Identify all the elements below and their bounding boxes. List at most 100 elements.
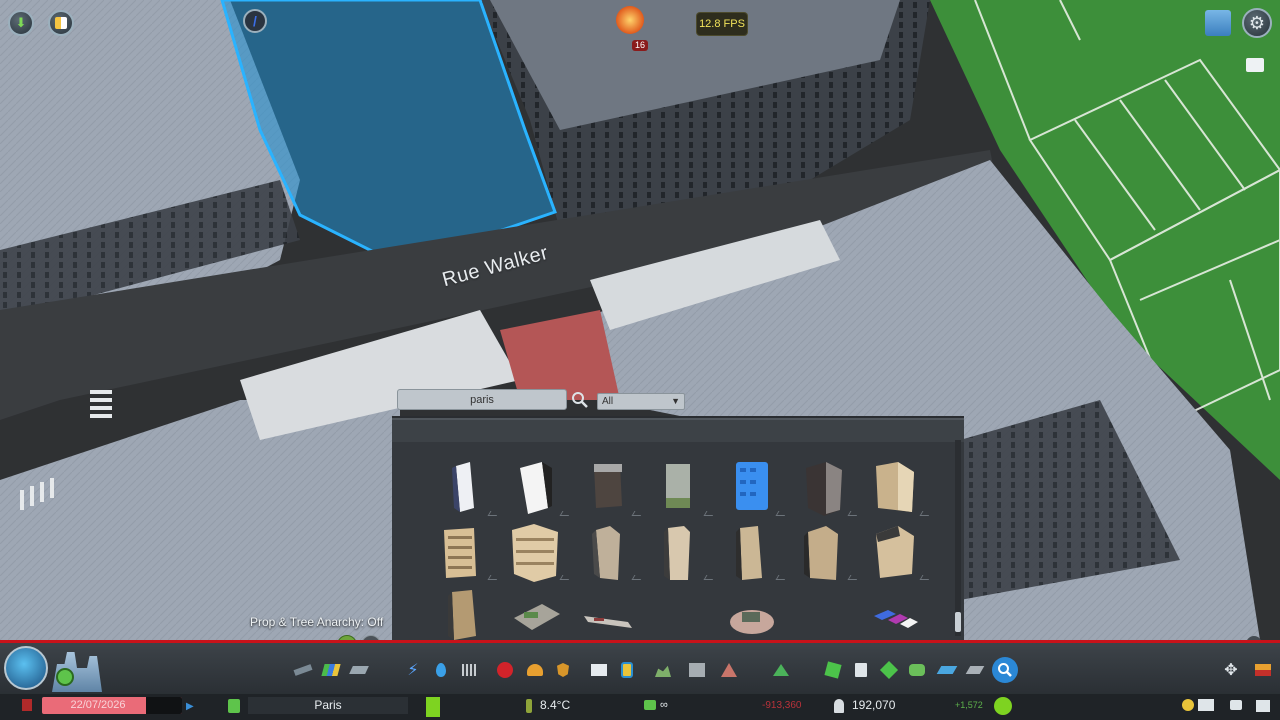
terrain-icon [936,666,958,674]
search-input[interactable] [397,389,567,410]
screenshot-icon[interactable] [1230,700,1242,710]
unlock-button[interactable]: ⬇ [8,10,34,36]
globe-icon[interactable] [4,646,48,690]
building-thumbnail-icon [584,616,632,628]
asset-tile[interactable] [436,458,500,518]
building-thumbnail-icon [876,526,914,578]
water-tool-button[interactable] [936,659,958,681]
asset-tile[interactable] [724,458,788,518]
find-it-button[interactable] [992,657,1018,683]
asset-tile[interactable] [724,522,788,582]
advisor-icon: / [253,13,257,29]
asset-tile[interactable] [508,458,572,518]
education-button[interactable] [588,659,610,681]
camera-icon[interactable] [1246,58,1264,72]
building-thumbnail-icon [736,462,768,510]
building-thumbnail-icon [594,464,622,508]
electricity-button[interactable]: ⚡ [402,659,424,681]
building-thumbnail-icon [664,526,690,580]
zoning-button[interactable] [320,659,342,681]
asset-type-dropdown[interactable]: All ▼ [597,393,685,410]
parks-button[interactable] [652,659,674,681]
zoning-icon [321,664,341,676]
asset-tile[interactable] [868,588,932,648]
transport-button[interactable] [616,659,638,681]
building-thumbnail-icon [514,604,560,630]
districts-button[interactable] [348,659,370,681]
camera-mode-icon[interactable] [1256,700,1270,712]
health-button[interactable] [494,659,516,681]
asset-tile[interactable] [868,458,932,518]
building-thumbnail-icon [666,464,690,508]
fire-department-button[interactable] [524,659,546,681]
asset-tile[interactable] [724,588,788,648]
find-it-asset-panel [392,418,964,646]
monuments-icon [721,663,737,677]
garbage-button[interactable] [458,659,480,681]
population-text: 192,070 [852,698,896,712]
date-display: 22/07/2026 [42,697,182,714]
anarchy-status-text: Prop & Tree Anarchy: Off [250,615,384,629]
areas-button[interactable] [878,659,900,681]
settings-button[interactable]: ⚙ [1242,8,1272,38]
city-icon[interactable] [1205,10,1231,36]
asset-tile[interactable] [436,522,500,582]
panel-scrollbar[interactable] [955,440,961,636]
info-views-button[interactable] [48,10,74,36]
roads-button[interactable] [292,659,314,681]
monuments-button[interactable] [718,659,740,681]
play-status-icon[interactable] [56,668,74,686]
areas-icon [879,660,899,680]
roads-icon [293,664,313,676]
move-it-button[interactable] [964,659,986,681]
economy-icon [824,661,842,679]
chevron-down-icon: ▼ [671,396,680,406]
date-text: 22/07/2026 [70,699,126,711]
bulldozer-icon [1255,664,1271,676]
move-arrows-icon: ✥ [1224,662,1238,679]
landscaping-button[interactable] [770,659,792,681]
asset-tile[interactable] [652,522,716,582]
water-button[interactable] [430,659,452,681]
parks-icon [655,665,671,677]
building-thumbnail-icon [730,610,774,634]
asset-tile[interactable] [436,588,500,648]
advisor-button[interactable]: / [243,9,267,33]
population-change-text: +1,572 [955,700,983,710]
building-thumbnail-icon [874,610,918,628]
asset-tile[interactable] [508,522,572,582]
asset-tile[interactable] [508,588,572,648]
info-icon[interactable] [1182,699,1194,711]
asset-tile[interactable] [796,522,860,582]
city-name-field[interactable]: Paris [248,697,408,714]
search-icon [572,392,588,408]
money-icon [644,700,656,710]
wonders-button[interactable] [906,659,928,681]
chirper-icon[interactable] [228,699,240,713]
building-thumbnail-icon [736,526,762,580]
asset-tile[interactable] [580,522,644,582]
asset-tile[interactable] [868,522,932,582]
fire-count-badge: 16 [632,40,649,51]
asset-tile[interactable] [580,588,644,648]
scrollbar-thumb[interactable] [955,612,961,632]
fire-icon[interactable] [616,6,644,34]
asset-grid [392,448,952,646]
unique-buildings-button[interactable] [686,659,708,681]
pause-icon[interactable] [22,699,32,711]
health-icon [497,662,513,678]
fps-counter: 12.8 FPS [697,13,747,35]
asset-tile[interactable] [580,458,644,518]
play-speed-icon[interactable]: ▶ [186,701,194,712]
info-views-icon [55,17,67,29]
search-button[interactable] [570,390,590,410]
policies-button[interactable] [850,659,872,681]
asset-tile[interactable] [652,458,716,518]
asset-tile[interactable] [796,458,860,518]
clapper-icon[interactable] [1198,699,1214,711]
police-button[interactable] [552,659,574,681]
move-button[interactable]: ✥ [1220,659,1242,681]
economy-button[interactable] [822,659,844,681]
settings-icon: ⚙ [1248,12,1266,33]
bulldozer-button[interactable] [1252,659,1274,681]
